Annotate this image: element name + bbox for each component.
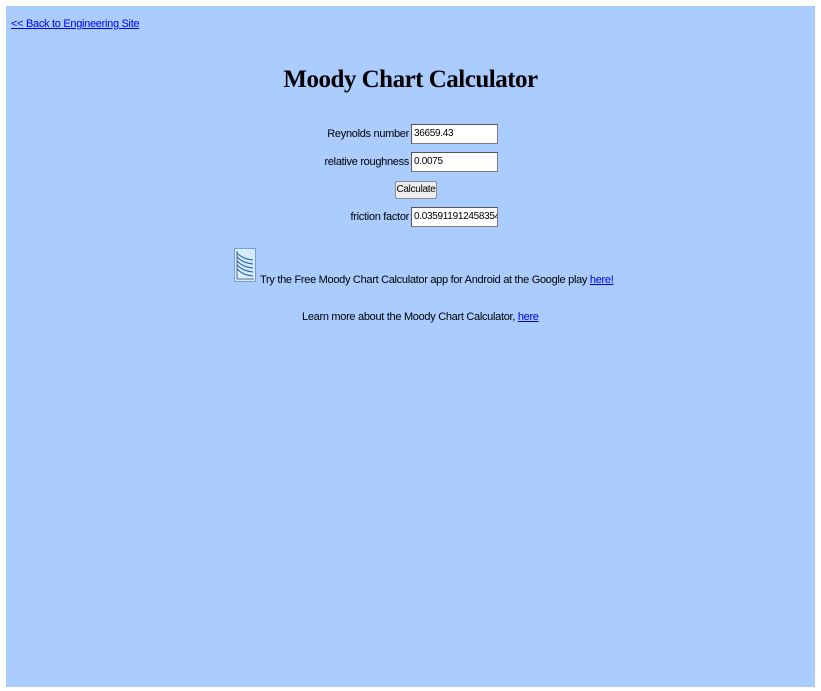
learn-more-link[interactable]: here [518, 311, 539, 323]
roughness-input[interactable]: 0.0075 [411, 152, 498, 172]
page-title: Moody Chart Calculator [283, 66, 538, 93]
back-to-engineering-site-link[interactable]: << Back to Engineering Site [11, 18, 140, 30]
calculate-button[interactable]: Calculate [395, 181, 437, 199]
reynolds-label: Reynolds number [327, 128, 409, 140]
android-app-promo: Try the Free Moody Chart Calculator app … [260, 274, 614, 286]
friction-label: friction factor [350, 211, 410, 223]
learn-more-line: Learn more about the Moody Chart Calcula… [302, 311, 539, 323]
moody-chart-app-icon[interactable] [234, 248, 256, 282]
friction-factor-output: 0.03591191245835422 [411, 207, 498, 227]
chart-graph-icon [236, 251, 254, 280]
google-play-link[interactable]: here! [590, 274, 614, 286]
roughness-label: relative roughness [324, 156, 410, 168]
learn-more-text: Learn more about the Moody Chart Calcula… [302, 311, 516, 323]
android-app-text: Try the Free Moody Chart Calculator app … [260, 274, 588, 286]
page-background: << Back to Engineering Site Moody Chart … [6, 6, 815, 687]
reynolds-input[interactable]: 36659.43 [411, 124, 498, 144]
